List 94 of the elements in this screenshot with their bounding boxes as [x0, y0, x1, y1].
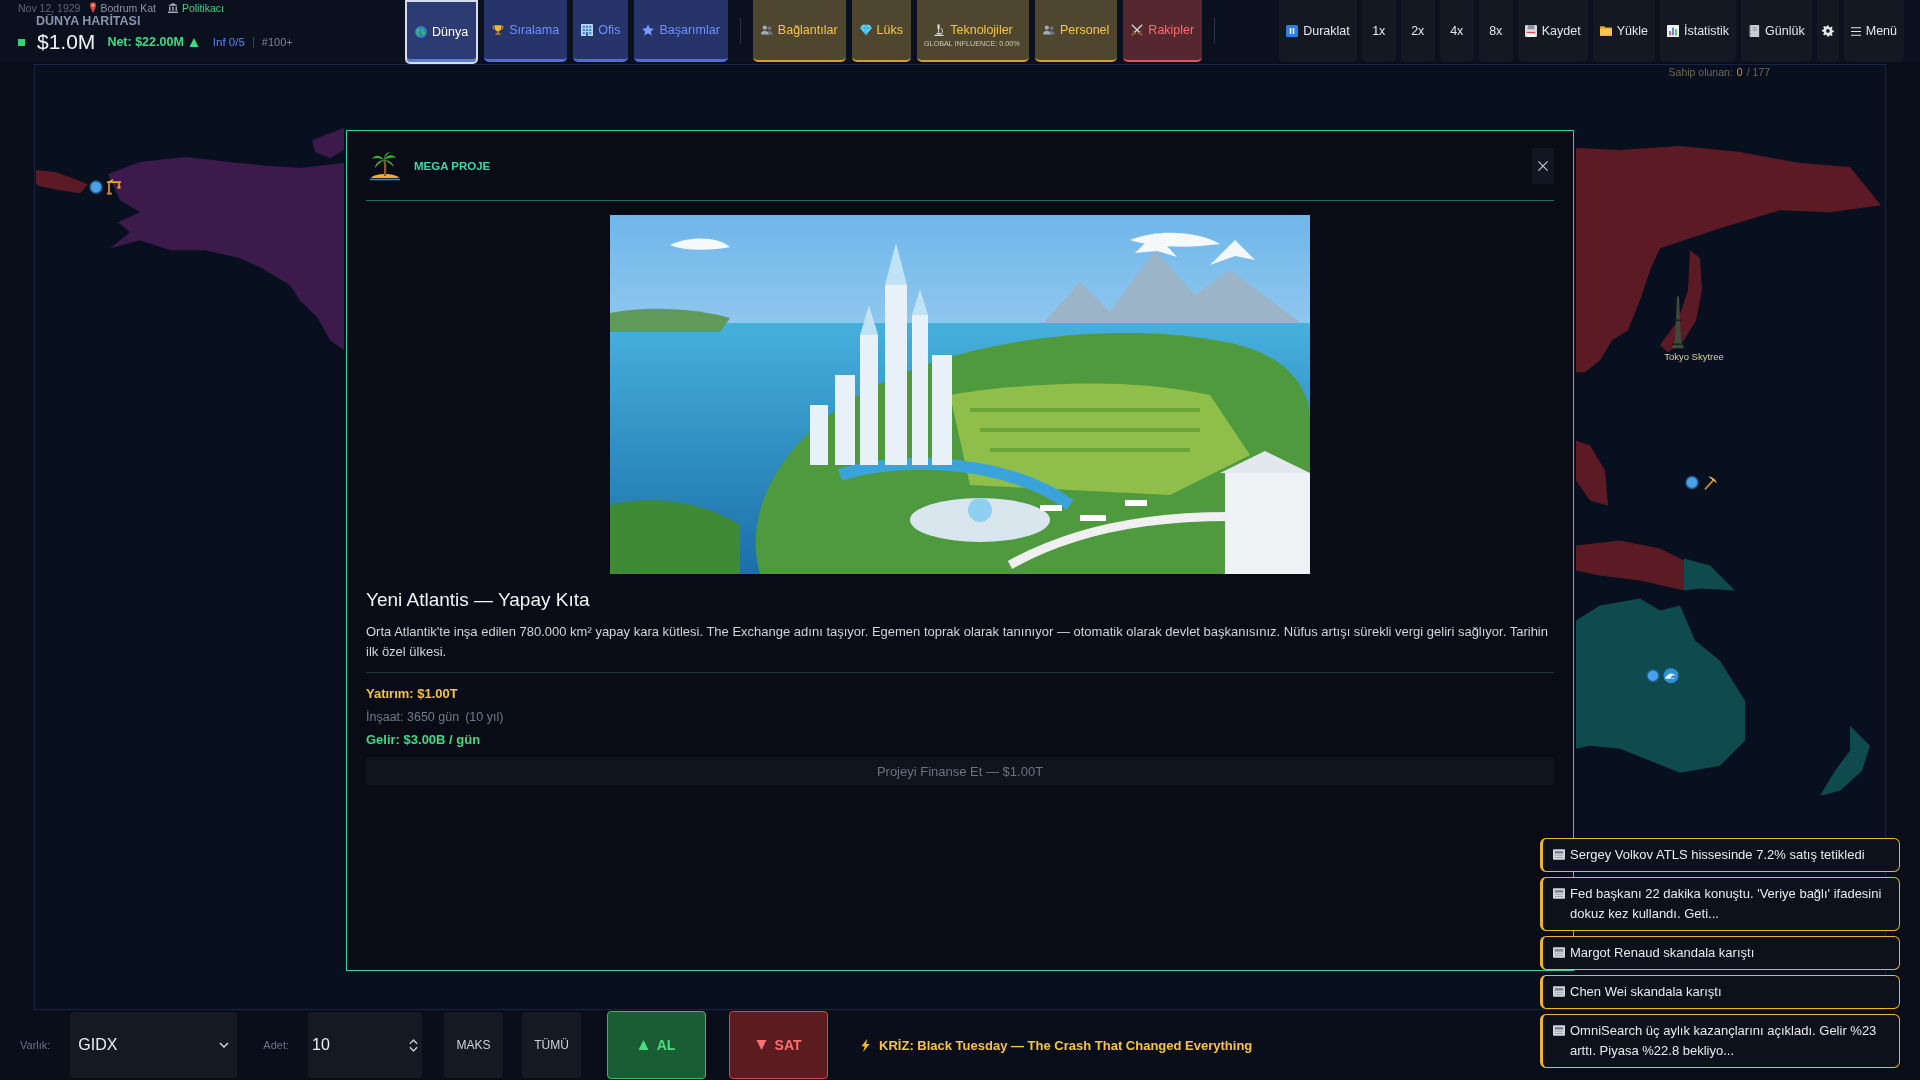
folder-icon — [1599, 25, 1612, 37]
asset-label: Varlık: — [20, 1039, 51, 1051]
newspaper-icon — [1553, 888, 1565, 899]
tower-icon — [1671, 296, 1685, 349]
all-button[interactable]: TÜMÜ — [522, 1012, 582, 1078]
up-triangle-icon — [188, 37, 199, 47]
continent-shape — [1576, 440, 1608, 506]
role-text: Politikacı — [181, 1, 224, 14]
people-icon — [1043, 24, 1055, 36]
notification-text: Sergey Volkov ATLS hissesinde 7.2% satış tetikledi — [1570, 846, 1866, 864]
date-text: Nov 12, 1929 — [18, 1, 81, 14]
stepper-icon — [409, 1038, 419, 1052]
location-text: Bodrum Kat — [100, 1, 156, 14]
rank-text: #100+ — [261, 36, 293, 48]
nav-tab[interactable]: Ofis — [573, 0, 629, 62]
map-label: Tokyo Skytree — [1664, 351, 1724, 363]
notification-text: Fed başkanı 22 dakika konuştu. 'Veriye bağlı' ifadesini dokuz kez kullandı. Geti... — [1570, 885, 1883, 923]
panel-button[interactable]: Rakipler — [1123, 0, 1203, 62]
crossed-swords-icon — [1131, 24, 1144, 36]
modal-category: MEGA PROJE — [414, 159, 491, 172]
speed-button[interactable]: 8x — [1478, 0, 1513, 62]
speed-button[interactable]: 4x — [1439, 0, 1474, 62]
marker-dot-icon[interactable] — [1646, 668, 1660, 683]
chevron-down-icon — [219, 1042, 230, 1048]
wave-icon — [1663, 668, 1679, 684]
panel-button[interactable]: Personel — [1035, 0, 1118, 62]
continent-shape — [1820, 725, 1870, 796]
pause-button[interactable]: Duraklat — [1279, 0, 1357, 62]
trophy-icon — [492, 23, 505, 36]
owned-count: 0 — [1736, 66, 1743, 78]
project-title: Yeni Atlantis — Yapay Kıta — [366, 588, 591, 612]
newspaper-icon — [1553, 986, 1565, 997]
save-button[interactable]: Kaydet — [1517, 0, 1588, 62]
settings-button[interactable] — [1816, 0, 1839, 62]
notification-text: OmniSearch üç aylık kazançlarını açıkladı. Gelir %23 arttı. Piyasa %22.8 bekliyo... — [1570, 1022, 1878, 1060]
nav-tab[interactable]: Sıralama — [484, 0, 568, 62]
continent-shape — [36, 170, 88, 194]
star-icon — [642, 23, 655, 36]
income-amount: Gelir: $3.00B / gün — [366, 731, 482, 749]
people-icon — [760, 24, 773, 36]
nav-tab[interactable]: Başarımlar — [634, 0, 728, 62]
microscope-icon — [933, 24, 946, 36]
office-building-icon — [581, 23, 594, 36]
project-description: Orta Atlantik'te inşa edilen 780.000 km² yapay kara kütlesi. The Exchange adını taşıyor. Egemen toprak olarak tanınıyor — otomatik olarak devlet başkanısınız. Nüfus artışı sürekli vergi geliri sağlıyor. Tarihin ilk özel ülkesi. — [366, 623, 1549, 661]
marker-dot-icon[interactable] — [1685, 475, 1699, 490]
globe-icon — [415, 26, 427, 38]
view-title: DÜNYA HARİTASI — [36, 14, 142, 29]
cash-amount: $1.0M — [37, 30, 96, 54]
palm-tree-icon — [370, 150, 400, 181]
close-button[interactable] — [1532, 147, 1554, 184]
diamond-icon — [859, 24, 872, 36]
quantity-input[interactable]: 10 — [308, 1012, 423, 1078]
marker-dot-icon[interactable] — [89, 180, 103, 194]
status-square-icon — [18, 38, 25, 46]
menu-button[interactable]: Menü — [1843, 0, 1904, 62]
down-triangle-icon — [755, 1040, 767, 1050]
influence-count: Inf 0/5 — [212, 36, 245, 48]
max-button[interactable]: MAKS — [444, 1012, 504, 1078]
load-button[interactable]: Yükle — [1592, 0, 1655, 62]
owned-total: / 177 — [1746, 66, 1770, 78]
map-pin-icon — [90, 2, 97, 13]
quantity-label: Adet: — [263, 1039, 290, 1051]
net-worth: Net: $22.00M — [107, 35, 184, 49]
owned-label: Sahip olunan: — [1668, 66, 1733, 78]
pickaxe-icon — [1704, 476, 1717, 491]
nav-tab[interactable]: Dünya — [405, 0, 479, 64]
newspaper-icon — [1553, 849, 1565, 860]
bar-chart-icon — [1666, 25, 1679, 37]
pause-icon — [1286, 25, 1299, 37]
notebook-icon — [1748, 25, 1761, 37]
settings-icon — [1821, 25, 1834, 37]
newspaper-icon — [1553, 947, 1565, 958]
journal-button[interactable]: Günlük — [1741, 0, 1812, 62]
crane-icon — [106, 178, 122, 195]
panel-button[interactable]: Bağlantılar — [752, 0, 846, 62]
crisis-headline: KRİZ: Black Tuesday — The Crash That Changed Everything — [879, 1037, 1253, 1053]
sell-button[interactable]: SAT — [729, 1011, 829, 1079]
panel-button[interactable]: Lüks — [851, 0, 911, 62]
notification-text: Chen Wei skandala karıştı — [1570, 983, 1723, 1001]
up-triangle-icon — [637, 1040, 649, 1050]
lightning-icon — [861, 1038, 871, 1052]
menu-icon — [1850, 26, 1861, 36]
newspaper-icon — [1553, 1025, 1565, 1036]
speed-button[interactable]: 2x — [1400, 0, 1435, 62]
notification-text: Margot Renaud skandala karıştı — [1570, 944, 1756, 962]
investment-amount: Yatırım: $1.00T — [366, 685, 459, 703]
construction-time: İnşaat: 3650 gün — [366, 709, 460, 726]
buy-button[interactable]: AL — [607, 1011, 707, 1079]
bank-building-icon — [167, 2, 178, 13]
close-icon — [1538, 160, 1548, 171]
speed-button[interactable]: 1x — [1361, 0, 1396, 62]
asset-dropdown[interactable]: GIDX — [70, 1012, 238, 1078]
statistics-button[interactable]: İstatistik — [1659, 0, 1737, 62]
construction-years: (10 yıl) — [465, 709, 504, 726]
